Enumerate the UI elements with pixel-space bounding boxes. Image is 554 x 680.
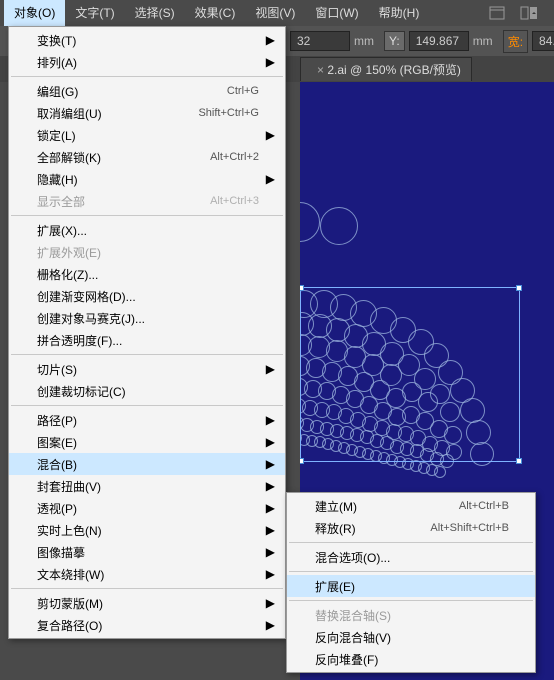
menu-view[interactable]: 视图(V) (245, 0, 305, 26)
separator (289, 600, 533, 601)
value-1[interactable]: 32 (290, 31, 350, 51)
menu-live-paint[interactable]: 实时上色(N)▶ (9, 519, 285, 541)
chevron-right-icon: ▶ (266, 567, 275, 581)
y-value[interactable]: 149.867 (409, 31, 469, 51)
chevron-right-icon: ▶ (266, 523, 275, 537)
menu-object[interactable]: 对象(O) (4, 0, 65, 26)
menu-flatten-transparency[interactable]: 拼合透明度(F)... (9, 329, 285, 351)
submenu-reverse-front-back[interactable]: 反向堆叠(F) (287, 648, 535, 670)
separator (11, 588, 283, 589)
menubar: 对象(O) 文字(T) 选择(S) 效果(C) 视图(V) 窗口(W) 帮助(H… (0, 0, 554, 26)
menu-blend[interactable]: 混合(B)▶ (9, 453, 285, 475)
submenu-replace-spine: 替换混合轴(S) (287, 604, 535, 626)
menu-select[interactable]: 选择(S) (125, 0, 185, 26)
chevron-right-icon: ▶ (266, 172, 275, 186)
menu-hide[interactable]: 隐藏(H)▶ (9, 168, 285, 190)
menu-object-mosaic[interactable]: 创建对象马赛克(J)... (9, 307, 285, 329)
chevron-right-icon: ▶ (266, 545, 275, 559)
menu-slice[interactable]: 切片(S)▶ (9, 358, 285, 380)
separator (289, 571, 533, 572)
menu-rasterize[interactable]: 栅格化(Z)... (9, 263, 285, 285)
menu-image-trace[interactable]: 图像描摹▶ (9, 541, 285, 563)
chevron-right-icon: ▶ (266, 55, 275, 69)
menu-arrange[interactable]: 排列(A)▶ (9, 51, 285, 73)
shortcut: Alt+Ctrl+3 (210, 195, 259, 207)
menu-envelope-distort[interactable]: 封套扭曲(V)▶ (9, 475, 285, 497)
unit-2: mm (473, 34, 493, 48)
arrange-icon[interactable] (518, 4, 540, 22)
separator (289, 542, 533, 543)
width-label: 宽: (503, 30, 528, 53)
menu-text-wrap[interactable]: 文本绕排(W)▶ (9, 563, 285, 585)
selection-bounds[interactable] (300, 287, 520, 462)
tab-title: 2.ai @ 150% (RGB/预览) (327, 63, 461, 77)
menu-help[interactable]: 帮助(H) (369, 0, 430, 26)
menu-expand[interactable]: 扩展(X)... (9, 219, 285, 241)
submenu-reverse-spine[interactable]: 反向混合轴(V) (287, 626, 535, 648)
unit-1: mm (354, 34, 374, 48)
document-tab[interactable]: × 2.ai @ 150% (RGB/预览) (300, 57, 472, 81)
chevron-right-icon: ▶ (266, 435, 275, 449)
shortcut: Alt+Ctrl+B (459, 500, 509, 512)
menu-perspective[interactable]: 透视(P)▶ (9, 497, 285, 519)
handle-tl[interactable] (300, 285, 304, 291)
menu-type[interactable]: 文字(T) (65, 0, 124, 26)
menu-effect[interactable]: 效果(C) (185, 0, 246, 26)
separator (11, 405, 283, 406)
chevron-right-icon: ▶ (266, 413, 275, 427)
width-value[interactable]: 84.643 (532, 31, 554, 51)
menu-transform[interactable]: 变换(T)▶ (9, 29, 285, 51)
menu-show-all: 显示全部Alt+Ctrl+3 (9, 190, 285, 212)
submenu-make[interactable]: 建立(M)Alt+Ctrl+B (287, 495, 535, 517)
chevron-right-icon: ▶ (266, 618, 275, 632)
menu-expand-appearance: 扩展外观(E) (9, 241, 285, 263)
object-menu-dropdown: 变换(T)▶ 排列(A)▶ 编组(G)Ctrl+G 取消编组(U)Shift+C… (8, 26, 286, 639)
doc-setup-icon[interactable] (486, 4, 508, 22)
chevron-right-icon: ▶ (266, 128, 275, 142)
handle-bl[interactable] (300, 458, 304, 464)
separator (11, 354, 283, 355)
menu-gradient-mesh[interactable]: 创建渐变网格(D)... (9, 285, 285, 307)
chevron-right-icon: ▶ (266, 596, 275, 610)
submenu-expand[interactable]: 扩展(E) (287, 575, 535, 597)
shortcut: Alt+Ctrl+2 (210, 151, 259, 163)
tab-close-icon[interactable]: × (317, 63, 324, 77)
submenu-release[interactable]: 释放(R)Alt+Shift+Ctrl+B (287, 517, 535, 539)
shortcut: Shift+Ctrl+G (198, 107, 259, 119)
chevron-right-icon: ▶ (266, 33, 275, 47)
shortcut: Alt+Shift+Ctrl+B (430, 522, 509, 534)
menu-crop-marks[interactable]: 创建裁切标记(C) (9, 380, 285, 402)
handle-br[interactable] (516, 458, 522, 464)
chevron-right-icon: ▶ (266, 457, 275, 471)
chevron-right-icon: ▶ (266, 362, 275, 376)
submenu-blend-options[interactable]: 混合选项(O)... (287, 546, 535, 568)
chevron-right-icon: ▶ (266, 479, 275, 493)
menu-clipping-mask[interactable]: 剪切蒙版(M)▶ (9, 592, 285, 614)
shortcut: Ctrl+G (227, 85, 259, 97)
menu-path[interactable]: 路径(P)▶ (9, 409, 285, 431)
separator (11, 215, 283, 216)
handle-tr[interactable] (516, 285, 522, 291)
menu-ungroup[interactable]: 取消编组(U)Shift+Ctrl+G (9, 102, 285, 124)
menu-pattern[interactable]: 图案(E)▶ (9, 431, 285, 453)
menu-group[interactable]: 编组(G)Ctrl+G (9, 80, 285, 102)
separator (11, 76, 283, 77)
blend-submenu: 建立(M)Alt+Ctrl+B 释放(R)Alt+Shift+Ctrl+B 混合… (286, 492, 536, 673)
chevron-right-icon: ▶ (266, 501, 275, 515)
menu-unlock-all[interactable]: 全部解锁(K)Alt+Ctrl+2 (9, 146, 285, 168)
menu-lock[interactable]: 锁定(L)▶ (9, 124, 285, 146)
y-label: Y: (384, 31, 405, 51)
menu-window[interactable]: 窗口(W) (305, 0, 368, 26)
menu-compound-path[interactable]: 复合路径(O)▶ (9, 614, 285, 636)
